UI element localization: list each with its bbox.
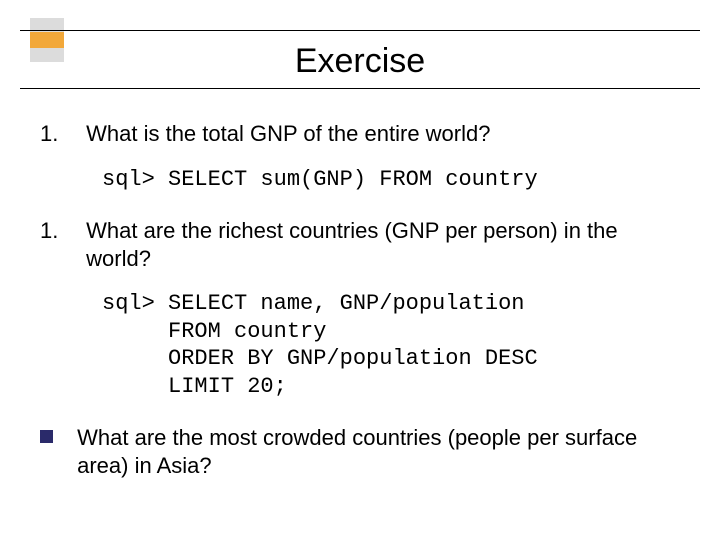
item-question: What are the richest countries (GNP per … <box>86 217 646 272</box>
item-marker: 1. <box>40 217 80 245</box>
square-bullet-icon <box>40 430 53 443</box>
list-item: 1. What is the total GNP of the entire w… <box>40 120 680 148</box>
title-rule-top <box>20 30 700 31</box>
title-rule-bottom <box>20 88 700 89</box>
list-item: 1. What are the richest countries (GNP p… <box>40 217 680 272</box>
slide-title: Exercise <box>20 42 700 81</box>
code-block: sql> SELECT sum(GNP) FROM country <box>102 166 680 194</box>
bullet-text: What are the most crowded countries (peo… <box>77 424 657 479</box>
slide: Exercise 1. What is the total GNP of the… <box>0 0 720 540</box>
bullet-item: What are the most crowded countries (peo… <box>40 424 680 479</box>
slide-body: 1. What is the total GNP of the entire w… <box>40 120 680 479</box>
code-block: sql> SELECT name, GNP/population FROM co… <box>102 290 680 400</box>
item-marker: 1. <box>40 120 80 148</box>
item-question: What is the total GNP of the entire worl… <box>86 120 646 148</box>
